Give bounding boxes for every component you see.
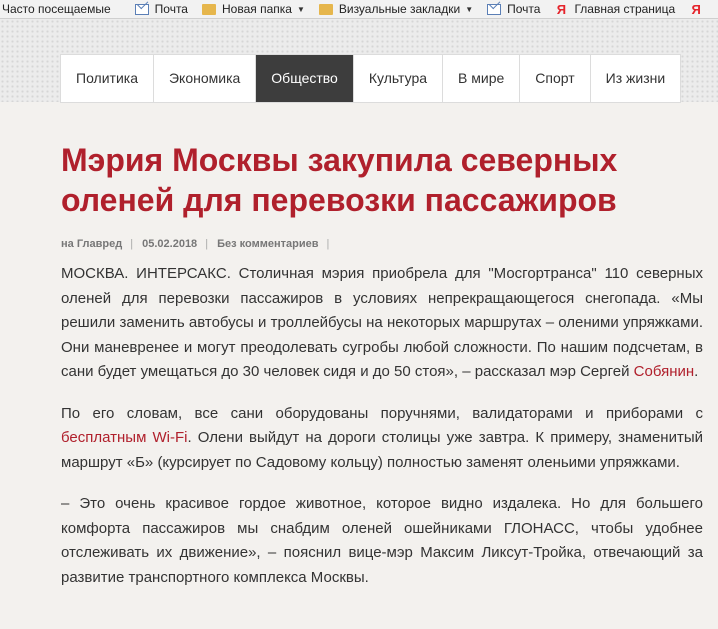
bookmark-label: Часто посещаемые <box>2 2 111 16</box>
article-title: Мэрия Москвы закупила северных оленей дл… <box>61 142 618 218</box>
article-author[interactable]: на Главред <box>61 238 122 250</box>
nav-item-sport[interactable]: Спорт <box>520 55 591 102</box>
sobyanin-link[interactable]: Собянин <box>634 363 695 380</box>
paragraph-text: МОСКВА. ИНТЕРСАКС. Столичная мэрия приоб… <box>61 265 703 380</box>
article-body: МОСКВА. ИНТЕРСАКС. Столичная мэрия приоб… <box>61 262 703 607</box>
nav-item-society[interactable]: Общество <box>256 55 354 102</box>
bookmark-label: Почта <box>507 2 541 16</box>
article-comments[interactable]: Без комментариев <box>217 238 318 250</box>
bookmark-yandex-home[interactable]: Я Главная страница <box>554 2 675 16</box>
folder-icon <box>201 3 216 15</box>
chevron-down-icon: ▼ <box>465 4 474 14</box>
article-paragraph: По его словам, все сани оборудованы пору… <box>61 402 703 476</box>
article-meta: на Главред | 05.02.2018 | Без комментариев… <box>61 238 335 250</box>
mail-icon <box>487 3 502 15</box>
bookmark-new-folder[interactable]: Новая папка ▼ <box>201 2 305 16</box>
nav-item-economy[interactable]: Экономика <box>154 55 257 102</box>
bookmarks-bar: Часто посещаемые Почта Новая папка ▼ Виз… <box>0 0 718 19</box>
bookmark-mail-2[interactable]: Почта <box>487 2 540 16</box>
nav-item-life[interactable]: Из жизни <box>591 55 682 102</box>
nav-item-politics[interactable]: Политика <box>61 55 154 102</box>
meta-separator: | <box>205 238 209 250</box>
bookmark-label: Почта <box>154 2 188 16</box>
nav-item-culture[interactable]: Культура <box>354 55 444 102</box>
nav-item-world[interactable]: В мире <box>443 55 521 102</box>
mail-icon <box>134 3 149 15</box>
article-paragraph: МОСКВА. ИНТЕРСАКС. Столичная мэрия приоб… <box>61 262 703 385</box>
paragraph-text: . <box>694 363 699 380</box>
article-date: 05.02.2018 <box>142 238 198 250</box>
bookmark-yandex[interactable]: Я <box>689 1 709 17</box>
folder-icon <box>318 3 333 15</box>
meta-separator: | <box>130 238 134 250</box>
yandex-icon: Я <box>556 1 567 17</box>
chevron-down-icon: ▼ <box>296 4 305 14</box>
bookmark-frequent[interactable]: Часто посещаемые <box>2 2 111 16</box>
bookmark-mail[interactable]: Почта <box>134 2 188 16</box>
article-paragraph: – Это очень красивое гордое животное, ко… <box>61 495 703 586</box>
bookmark-label: Главная страница <box>574 2 676 16</box>
meta-separator: | <box>326 238 330 250</box>
bookmark-label: Новая папка <box>221 2 292 16</box>
bookmark-label: Визуальные закладки <box>338 2 461 16</box>
yandex-icon: Я <box>691 1 701 17</box>
site-header: Политика Экономика Общество Культура В м… <box>0 19 718 103</box>
bookmark-visual[interactable]: Визуальные закладки ▼ <box>318 2 474 16</box>
wifi-link[interactable]: бесплатным Wi-Fi <box>61 429 187 446</box>
main-nav: Политика Экономика Общество Культура В м… <box>60 54 682 103</box>
paragraph-text: По его словам, все сани оборудованы пору… <box>61 404 703 422</box>
